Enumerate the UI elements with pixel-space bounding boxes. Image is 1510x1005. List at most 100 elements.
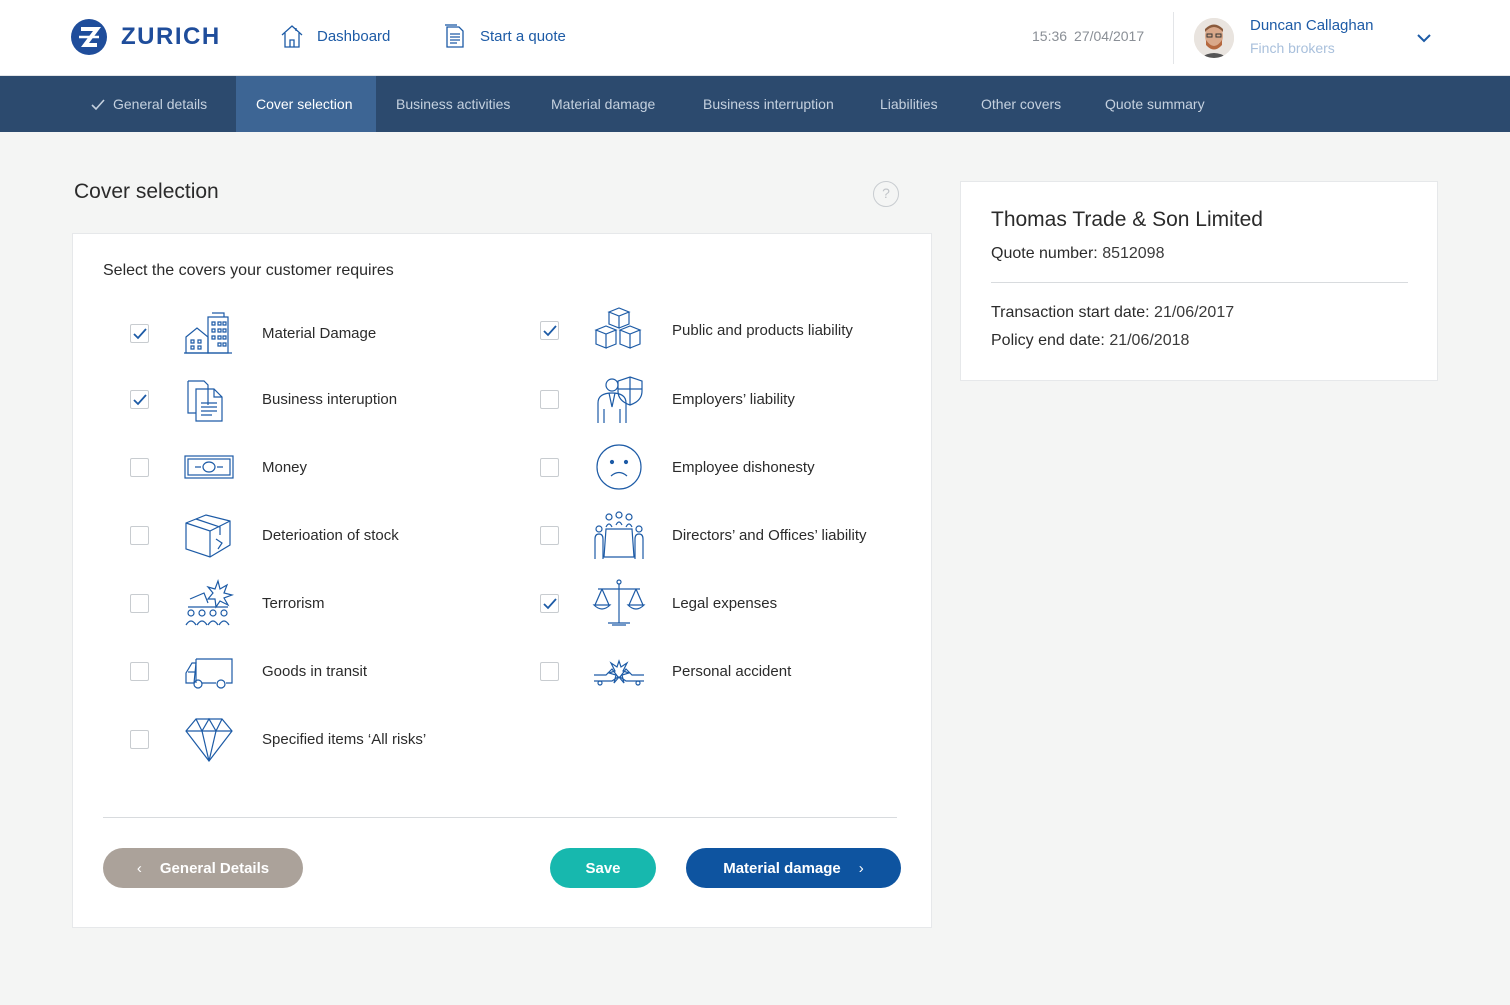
nav-dashboard-label: Dashboard — [317, 27, 391, 45]
end-date-value: 21/06/2018 — [1109, 332, 1190, 349]
cover-label: Terrorism — [262, 594, 325, 612]
chevron-down-icon[interactable] — [1414, 28, 1434, 48]
cover-checkbox[interactable] — [540, 661, 559, 681]
buildings-icon — [184, 312, 232, 354]
cover-label: Material Damage — [262, 324, 377, 342]
documents-icon — [187, 380, 223, 422]
cover-personal-accident[interactable]: Personal accident — [540, 645, 791, 697]
cover-label: Employers’ liability — [672, 390, 795, 408]
cover-deterioration-of-stock[interactable]: Deterioation of stock — [130, 509, 399, 561]
home-icon — [281, 25, 303, 48]
tab-material-damage[interactable]: Material damage — [551, 76, 655, 132]
cover-label: Money — [262, 458, 308, 476]
cover-business-interruption[interactable]: Business interuption — [130, 373, 397, 425]
sad-face-icon — [596, 444, 642, 490]
cover-material-damage[interactable]: Material Damage — [130, 307, 376, 359]
quote-number: Quote number: 8512098 — [991, 245, 1164, 263]
cover-checkbox[interactable] — [130, 323, 149, 343]
user-portrait-icon — [1194, 18, 1234, 58]
cover-checkbox[interactable] — [540, 593, 559, 613]
nav-dashboard[interactable]: Dashboard — [280, 23, 390, 49]
explosion-crowd-icon — [185, 578, 235, 626]
van-icon — [185, 658, 233, 689]
cover-checkbox[interactable] — [130, 661, 149, 681]
cover-terrorism[interactable]: Terrorism — [130, 577, 325, 629]
cover-public-products-liability[interactable]: Public and products liability — [540, 304, 853, 356]
boardroom-icon — [594, 511, 644, 559]
quote-number-value: 8512098 — [1102, 245, 1165, 262]
cover-directors-officers-liability[interactable]: Directors’ and Offices’ liability — [540, 509, 867, 561]
cover-money[interactable]: Money — [130, 441, 307, 493]
cover-checkbox[interactable] — [540, 457, 559, 477]
banknote-icon — [184, 455, 234, 479]
save-button[interactable]: Save — [550, 848, 656, 888]
tab-liabilities-label: Liabilities — [880, 96, 938, 112]
tab-liabilities[interactable]: Liabilities — [880, 76, 938, 132]
cover-legal-expenses[interactable]: Legal expenses — [540, 577, 777, 629]
chevron-right-icon: › — [858, 859, 864, 877]
tab-quote-summary[interactable]: Quote summary — [1105, 76, 1205, 132]
tab-business-activities[interactable]: Business activities — [396, 76, 510, 132]
cover-label: Directors’ and Offices’ liability — [672, 526, 867, 544]
cover-label: Personal accident — [672, 662, 792, 680]
tab-general-details[interactable]: General details — [91, 76, 207, 132]
tab-business-interruption[interactable]: Business interruption — [703, 76, 834, 132]
nav-start-quote[interactable]: Start a quote — [443, 23, 566, 49]
cover-checkbox[interactable] — [130, 593, 149, 613]
back-button[interactable]: ‹ General Details — [103, 848, 303, 888]
cover-checkbox[interactable] — [130, 457, 149, 477]
cover-checkbox[interactable] — [540, 389, 559, 409]
tab-business-activities-label: Business activities — [396, 96, 511, 112]
checkmark-icon — [543, 324, 557, 336]
check-icon — [91, 99, 105, 111]
employee-shield-icon — [597, 376, 643, 423]
quote-number-label: Quote number: — [991, 245, 1098, 262]
cover-checkbox[interactable] — [540, 320, 559, 340]
zurich-logo[interactable]: ZURICH — [71, 19, 221, 55]
end-date-label: Policy end date: — [991, 332, 1105, 349]
user-name: Duncan Callaghan — [1250, 17, 1374, 34]
cover-checkbox[interactable] — [540, 525, 559, 545]
user-organisation: Finch brokers — [1250, 40, 1335, 56]
avatar[interactable] — [1194, 18, 1234, 58]
tab-cover-selection[interactable]: Cover selection — [236, 76, 376, 132]
boxes-icon — [594, 307, 642, 349]
checkmark-icon — [133, 393, 147, 405]
company-name: Thomas Trade & Son Limited — [991, 208, 1263, 231]
page-title: Cover selection — [74, 180, 219, 203]
chevron-left-icon: ‹ — [136, 859, 142, 877]
tab-quote-summary-label: Quote summary — [1105, 96, 1205, 112]
cover-checkbox[interactable] — [130, 389, 149, 409]
cover-label: Business interuption — [262, 390, 398, 408]
cover-goods-in-transit[interactable]: Goods in transit — [130, 645, 367, 697]
tab-material-damage-label: Material damage — [551, 96, 656, 112]
help-icon[interactable]: ? — [873, 181, 899, 207]
quote-summary-card: Thomas Trade & Son Limited Quote number:… — [960, 181, 1438, 381]
cover-label: Public and products liability — [672, 321, 853, 339]
diamond-icon — [185, 717, 233, 762]
nav-start-quote-label: Start a quote — [480, 27, 566, 45]
current-date: 27/04/2017 — [1074, 28, 1145, 44]
summary-divider — [991, 282, 1408, 283]
tab-other-covers[interactable]: Other covers — [981, 76, 1061, 132]
cover-specified-items[interactable]: Specified items ‘All risks’ — [130, 713, 426, 765]
damaged-box-icon — [185, 514, 231, 558]
document-icon — [445, 24, 464, 48]
zurich-logo-icon — [71, 19, 107, 55]
cover-checkbox[interactable] — [130, 525, 149, 545]
cover-checkbox[interactable] — [130, 729, 149, 749]
checkmark-icon — [543, 597, 557, 609]
top-header: ZURICH Dashboard Start a quote 15:36 27/0… — [0, 0, 1510, 76]
cover-employers-liability[interactable]: Employers’ liability — [540, 373, 795, 425]
tab-business-interruption-label: Business interruption — [703, 96, 834, 112]
cover-label: Goods in transit — [262, 662, 368, 680]
transaction-start-date: Transaction start date: 21/06/2017 — [991, 304, 1234, 322]
cover-label: Legal expenses — [672, 594, 778, 612]
save-button-label: Save — [585, 859, 621, 877]
next-button-label: Material damage — [723, 859, 841, 877]
next-button[interactable]: Material damage › — [686, 848, 901, 888]
start-date-value: 21/06/2017 — [1154, 304, 1235, 321]
current-datetime: 15:36 27/04/2017 — [1032, 28, 1144, 44]
cover-employee-dishonesty[interactable]: Employee dishonesty — [540, 441, 815, 493]
brand-name: ZURICH — [121, 23, 221, 50]
